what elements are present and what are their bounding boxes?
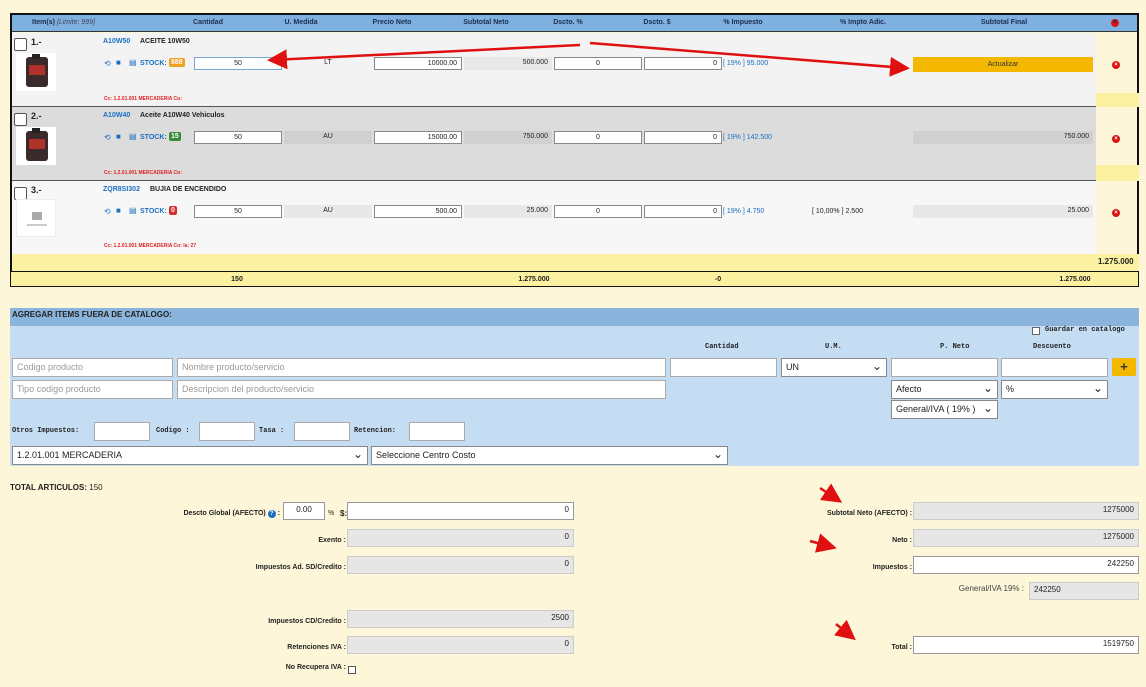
arrow-to-quantity <box>267 43 581 70</box>
arrow-total <box>834 619 856 641</box>
arrow-impuestos <box>809 533 837 553</box>
annotation-arrows <box>267 41 910 641</box>
arrow-to-update <box>589 41 910 77</box>
arrow-subtotal <box>819 483 843 503</box>
